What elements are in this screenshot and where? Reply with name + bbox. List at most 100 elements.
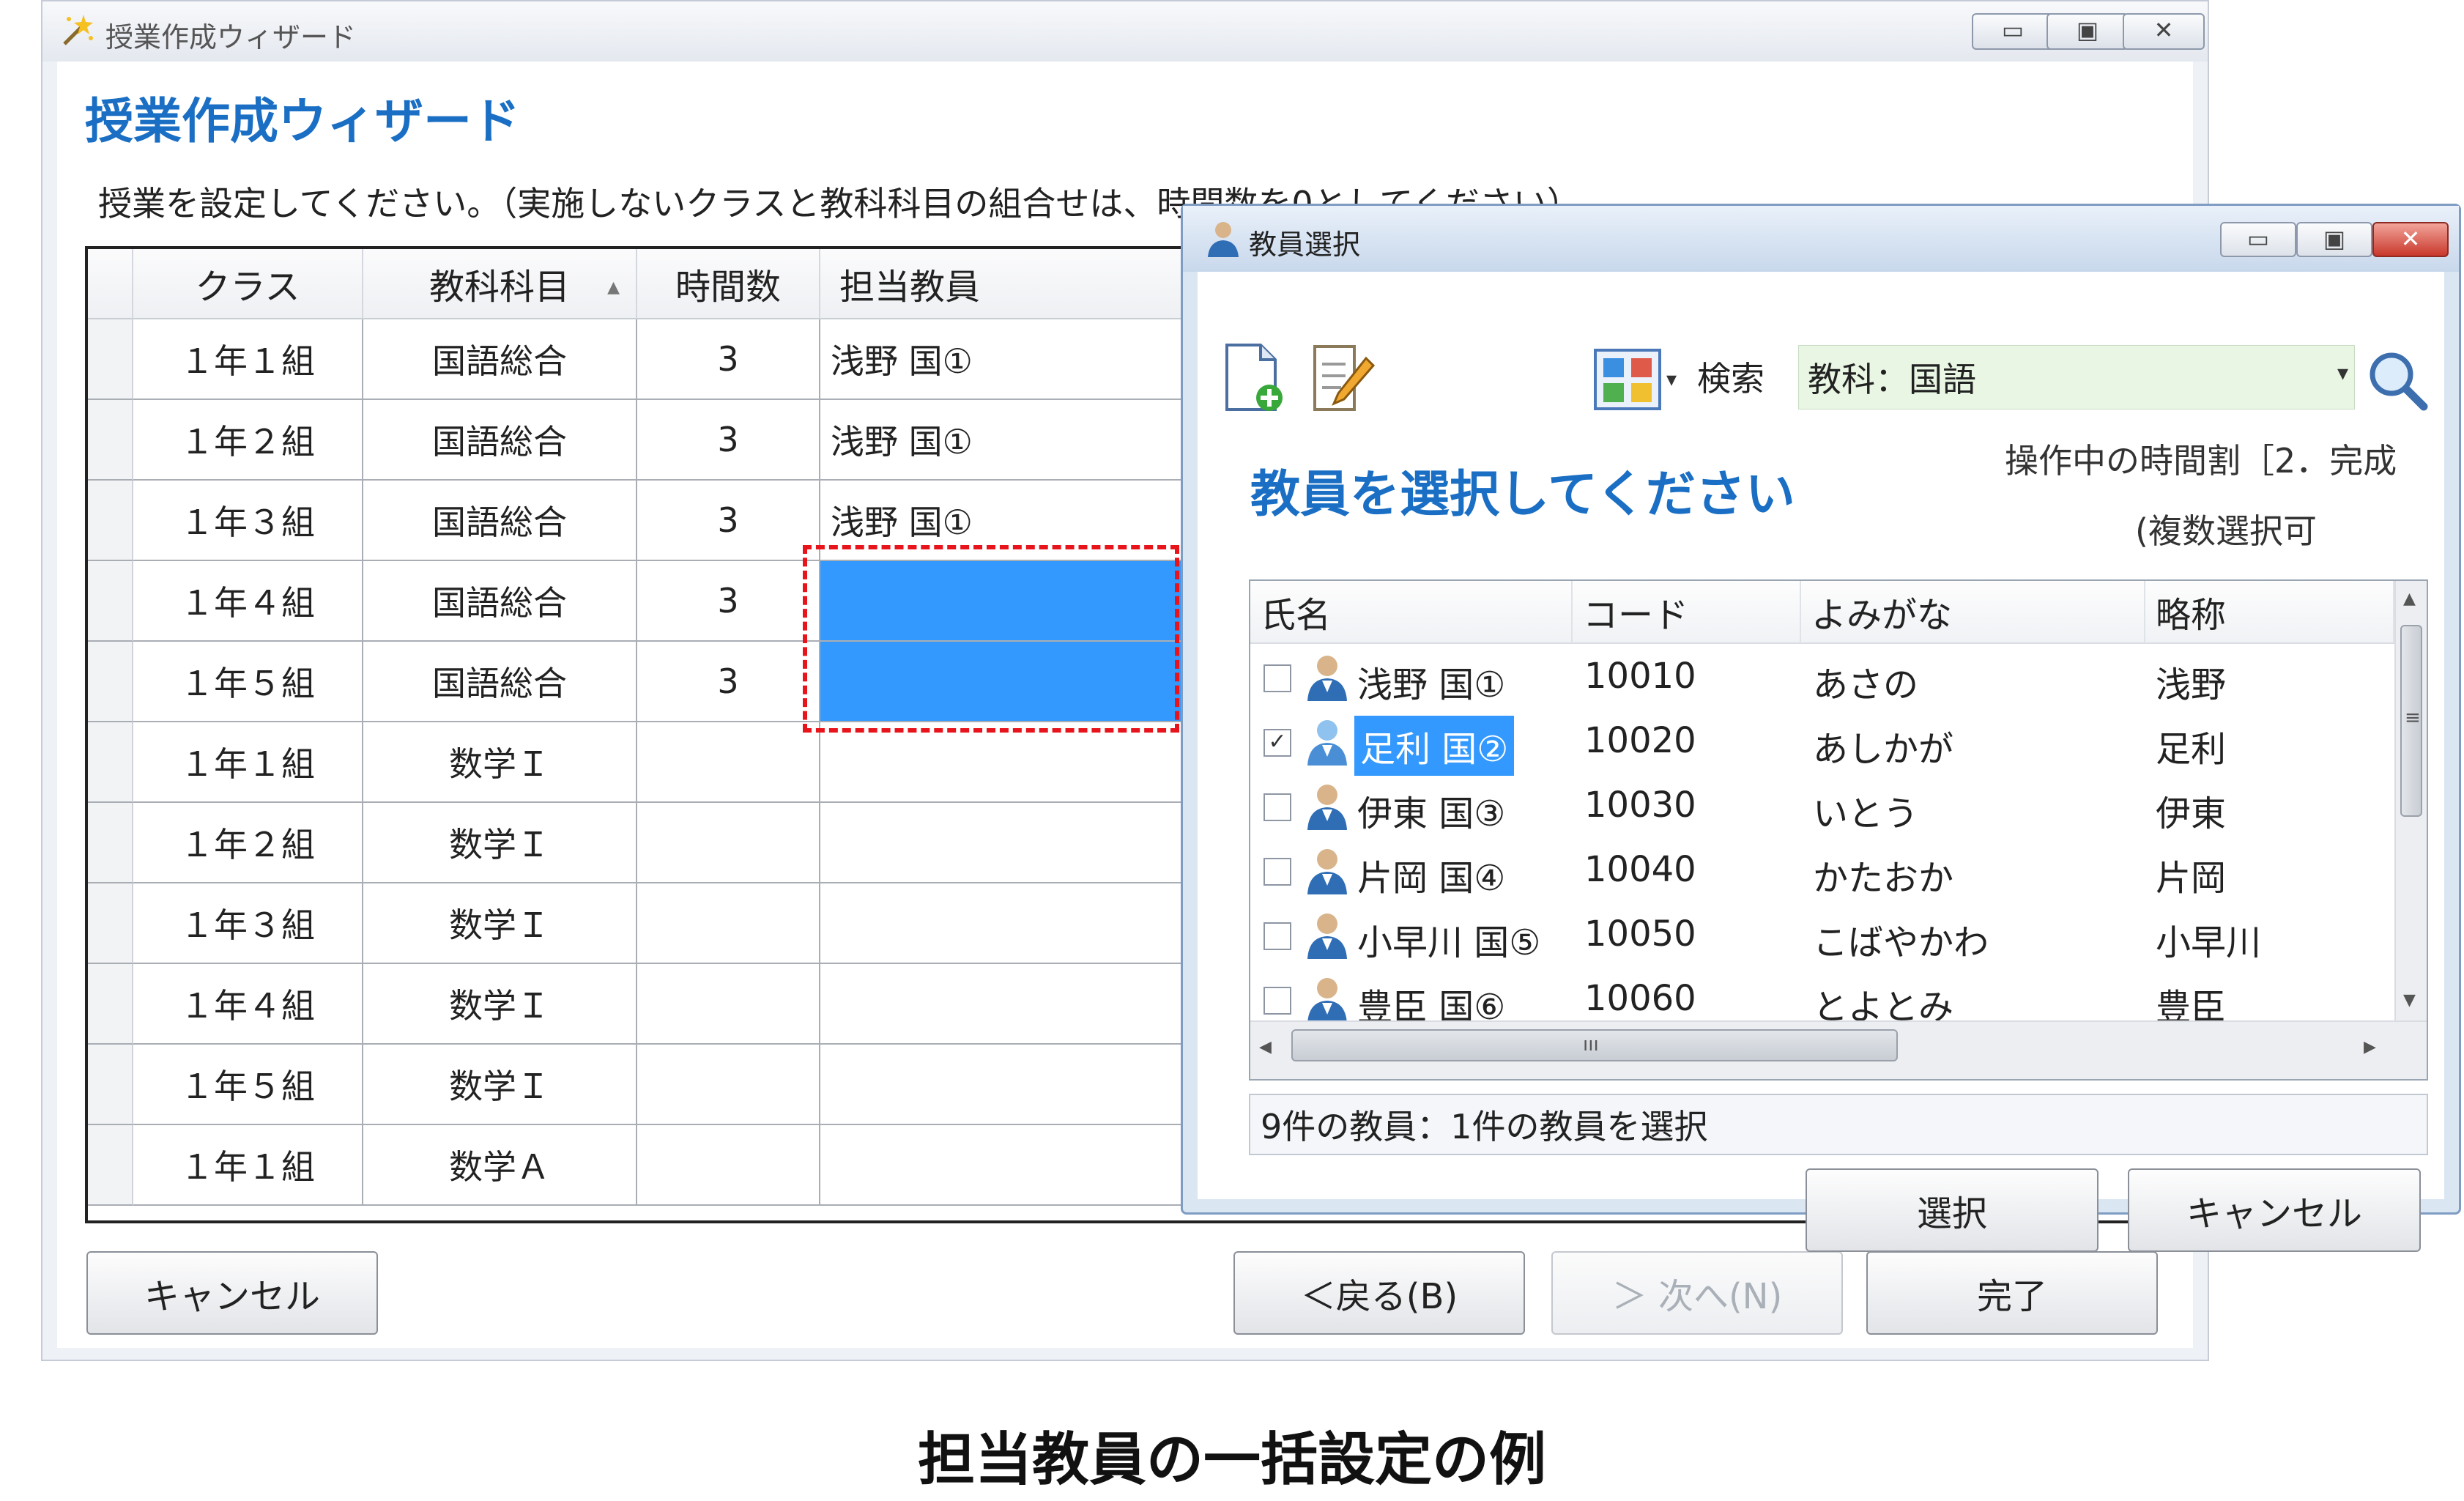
maximize-button[interactable]: ▣ (2046, 13, 2129, 50)
horizontal-scrollbar[interactable]: ◀ ııı ▶ (1250, 1020, 2427, 1079)
edit-document-icon[interactable] (1309, 342, 1376, 415)
bulk-selection-highlight (803, 545, 1179, 733)
cell-hours[interactable] (637, 1125, 820, 1206)
vertical-scrollbar[interactable]: ▲ ≡ ▼ (2394, 581, 2427, 1020)
row-header[interactable] (88, 400, 133, 481)
wizard-cancel-button[interactable]: キャンセル (86, 1251, 378, 1335)
row-header[interactable] (88, 481, 133, 561)
cell-hours[interactable]: 3 (637, 481, 820, 561)
search-dropdown-arrow-icon[interactable]: ▾ (2337, 360, 2348, 386)
cell-subject[interactable]: 数学Ｉ (363, 883, 637, 964)
dialog-close-button[interactable]: ✕ (2372, 222, 2449, 257)
dialog-minimize-button[interactable]: ▭ (2220, 222, 2296, 257)
cell-hours[interactable]: 3 (637, 561, 820, 642)
row-header[interactable] (88, 803, 133, 883)
list-header-code[interactable]: コード (1573, 581, 1801, 644)
close-button[interactable]: ✕ (2123, 13, 2205, 50)
cell-subject[interactable]: 国語総合 (363, 319, 637, 400)
row-header[interactable] (88, 561, 133, 642)
row-header[interactable] (88, 1125, 133, 1206)
list-header-name[interactable]: 氏名 (1250, 581, 1573, 644)
vertical-scroll-thumb[interactable]: ≡ (2400, 625, 2422, 817)
cell-hours[interactable]: 3 (637, 642, 820, 722)
teacher-checkbox[interactable] (1263, 987, 1291, 1015)
column-header-subject[interactable]: 教科科目 ▲ (363, 249, 637, 319)
cell-subject[interactable]: 国語総合 (363, 642, 637, 722)
list-header-short[interactable]: 略称 (2145, 581, 2394, 644)
select-button[interactable]: 選択 (1806, 1168, 2099, 1252)
cell-subject[interactable]: 国語総合 (363, 561, 637, 642)
teacher-name: 片岡 国④ (1357, 858, 1506, 899)
cell-class[interactable]: １年２組 (133, 803, 363, 883)
cell-hours[interactable]: 3 (637, 400, 820, 481)
dialog-titlebar[interactable]: 教員選択 ▭ ▣ ✕ (1183, 206, 2459, 272)
cell-class[interactable]: １年１組 (133, 1125, 363, 1206)
cell-class[interactable]: １年３組 (133, 883, 363, 964)
search-icon[interactable] (2365, 348, 2428, 411)
column-header-class[interactable]: クラス (133, 249, 363, 319)
row-header[interactable] (88, 964, 133, 1045)
teacher-checkbox[interactable] (1263, 793, 1291, 821)
column-header-hours[interactable]: 時間数 (637, 249, 820, 319)
teacher-reading: いとう (1813, 793, 1919, 834)
new-document-icon[interactable] (1220, 342, 1287, 415)
finish-button[interactable]: 完了 (1866, 1251, 2158, 1335)
minimize-button[interactable]: ▭ (1972, 13, 2054, 50)
cell-subject[interactable]: 数学Ａ (363, 1125, 637, 1206)
search-condition-field[interactable]: 教科：国語 ▾ (1798, 345, 2355, 409)
cell-subject[interactable]: 国語総合 (363, 400, 637, 481)
maximize-icon: ▣ (2076, 16, 2099, 44)
scroll-right-icon[interactable]: ▶ (2364, 1038, 2376, 1056)
teacher-row[interactable]: 片岡 国④ 10040 かたおか 片岡 (1250, 837, 2393, 902)
cell-hours[interactable] (637, 964, 820, 1045)
cell-hours[interactable]: 3 (637, 319, 820, 400)
cell-class[interactable]: １年１組 (133, 722, 363, 803)
cell-hours[interactable] (637, 1045, 820, 1125)
teacher-list[interactable]: 氏名 コード よみがな 略称 浅野 国① 10010 あさの 浅野 ✓ 足利 国… (1249, 579, 2428, 1081)
cell-hours[interactable] (637, 883, 820, 964)
cell-class[interactable]: １年４組 (133, 964, 363, 1045)
scroll-up-icon[interactable]: ▲ (2403, 590, 2416, 608)
cell-subject[interactable]: 数学Ｉ (363, 1045, 637, 1125)
horizontal-scroll-thumb[interactable]: ııı (1291, 1029, 1898, 1061)
teacher-checkbox[interactable] (1263, 922, 1291, 950)
scroll-left-icon[interactable]: ◀ (1259, 1038, 1272, 1056)
cell-class[interactable]: １年１組 (133, 319, 363, 400)
teacher-name-selected: 足利 国② (1354, 716, 1515, 776)
teacher-row-checked[interactable]: ✓ 足利 国② 10020 あしかが 足利 (1250, 708, 2393, 776)
wizard-titlebar[interactable]: 授業作成ウィザード ▭ ▣ ✕ (42, 1, 2208, 62)
dialog-cancel-button[interactable]: キャンセル (2128, 1168, 2421, 1252)
scroll-down-icon[interactable]: ▼ (2403, 991, 2416, 1009)
teacher-checkbox[interactable] (1263, 858, 1291, 886)
cell-class[interactable]: １年５組 (133, 1045, 363, 1125)
cell-subject[interactable]: 国語総合 (363, 481, 637, 561)
cell-hours[interactable] (637, 722, 820, 803)
cell-class[interactable]: １年３組 (133, 481, 363, 561)
cell-hours[interactable] (637, 803, 820, 883)
cell-class[interactable]: １年５組 (133, 642, 363, 722)
list-header-reading[interactable]: よみがな (1801, 581, 2145, 644)
person-icon (1307, 978, 1347, 1023)
view-dropdown-arrow-icon[interactable]: ▾ (1666, 367, 1677, 391)
row-header[interactable] (88, 319, 133, 400)
teacher-row[interactable]: 浅野 国① 10010 あさの 浅野 (1250, 644, 2393, 708)
dialog-maximize-button[interactable]: ▣ (2296, 222, 2372, 257)
cell-class[interactable]: １年２組 (133, 400, 363, 481)
teacher-row[interactable]: 小早川 国⑤ 10050 こばやかわ 小早川 (1250, 902, 2393, 966)
row-header[interactable] (88, 1045, 133, 1125)
cell-subject[interactable]: 数学Ｉ (363, 964, 637, 1045)
teacher-row[interactable]: 伊東 国③ 10030 いとう 伊東 (1250, 773, 2393, 837)
minimize-icon: ▭ (2001, 16, 2025, 44)
teacher-checkbox-checked[interactable]: ✓ (1263, 729, 1291, 757)
view-toggle-icon[interactable] (1593, 348, 1662, 411)
row-header[interactable] (88, 722, 133, 803)
cell-subject[interactable]: 数学Ｉ (363, 803, 637, 883)
cell-class[interactable]: １年４組 (133, 561, 363, 642)
back-button[interactable]: ＜戻る(B) (1233, 1251, 1525, 1335)
column-header-label: クラス (195, 267, 300, 308)
row-header[interactable] (88, 642, 133, 722)
teacher-checkbox[interactable] (1263, 664, 1291, 692)
row-header[interactable] (88, 883, 133, 964)
cell-subject[interactable]: 数学Ｉ (363, 722, 637, 803)
next-button[interactable]: ＞ 次へ(N) (1551, 1251, 1843, 1335)
